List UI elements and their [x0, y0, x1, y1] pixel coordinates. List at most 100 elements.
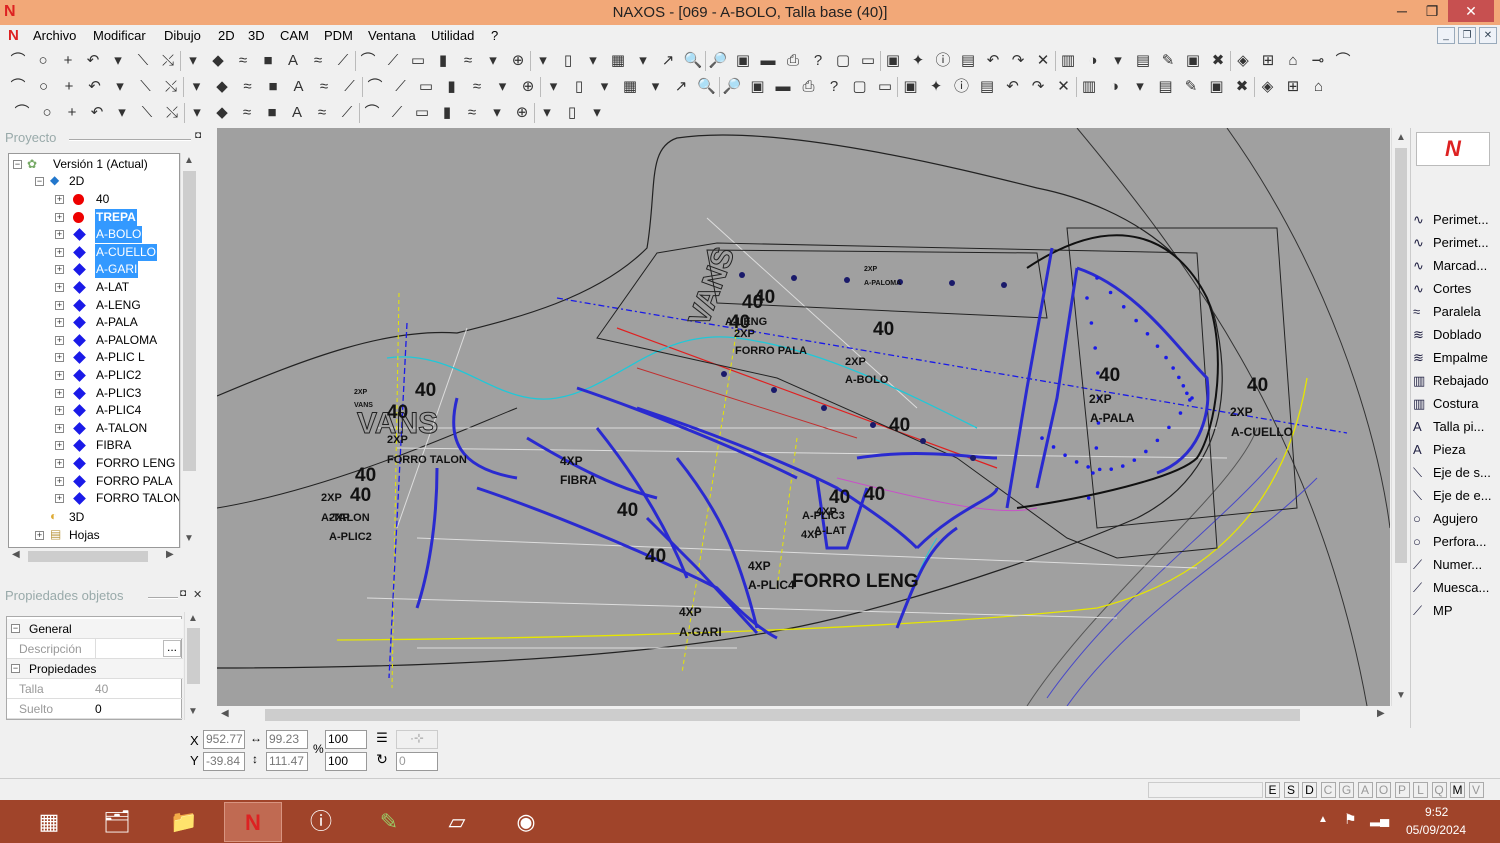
expand-icon[interactable]: + — [55, 441, 64, 451]
tb1-tool-button-53[interactable]: ⊸ — [1308, 51, 1328, 71]
status-key-c[interactable]: C — [1320, 782, 1336, 798]
expand-icon[interactable]: + — [55, 212, 64, 222]
tb2-tool-button-44[interactable]: ◑ — [1105, 77, 1125, 97]
tb3-tool-button-7[interactable]: ⤯ — [162, 103, 182, 123]
tb3-tool-button-9[interactable]: ◆ — [212, 103, 232, 123]
tb2-tool-button-39[interactable]: ▤ — [977, 77, 997, 97]
scroll-down-icon[interactable]: ▼ — [184, 533, 194, 544]
tb3-tool-button-22[interactable]: ▾ — [537, 103, 557, 123]
tb1-tool-button-10[interactable]: ≈ — [233, 51, 253, 71]
tb1-tool-button-44[interactable]: ◑ — [1083, 51, 1103, 71]
tray-expand-icon[interactable]: ▲ — [1318, 814, 1328, 825]
expand-icon[interactable]: + — [55, 423, 64, 433]
tb2-tool-button-29[interactable]: 🔎 — [722, 77, 742, 97]
tb1-tool-button-37[interactable]: ✦ — [908, 51, 928, 71]
tb2-tool-button-51[interactable]: ⊞ — [1283, 77, 1303, 97]
tb1-tool-button-35[interactable]: ▭ — [858, 51, 878, 71]
tool-numer-button[interactable]: ⟋ Numer... — [1413, 554, 1495, 576]
tb1-tool-button-51[interactable]: ⊞ — [1258, 51, 1278, 71]
status-key-s[interactable]: S — [1283, 782, 1299, 798]
tb2-tool-button-32[interactable]: ⎙ — [799, 77, 819, 97]
tb2-tool-button-13[interactable]: ≈ — [314, 77, 334, 97]
tb2-tool-button-10[interactable]: ≈ — [238, 77, 258, 97]
tb1-tool-button-31[interactable]: ▬ — [758, 51, 778, 71]
status-key-e[interactable]: E — [1265, 782, 1280, 798]
tb2-tool-button-31[interactable]: ▬ — [773, 77, 793, 97]
tb1-tool-button-4[interactable]: ↶ — [83, 51, 103, 71]
tb2-tool-button-47[interactable]: ✎ — [1181, 77, 1201, 97]
tb2-tool-button-24[interactable]: ▾ — [595, 77, 615, 97]
tool-paralela-button[interactable]: ≈ Paralela — [1413, 301, 1495, 323]
scroll-right-icon[interactable]: ▶ — [1377, 708, 1385, 719]
properties-scroll-thumb[interactable] — [187, 628, 200, 684]
notes-app-icon[interactable]: ▱ — [428, 802, 486, 842]
collapse-icon[interactable]: − — [11, 624, 20, 633]
panel-pin-icon[interactable]: ◘ — [180, 588, 186, 599]
tb2-tool-button-30[interactable]: ▣ — [748, 77, 768, 97]
tb2-tool-button-22[interactable]: ▾ — [544, 77, 564, 97]
tb3-tool-button-3[interactable]: + — [62, 103, 82, 123]
tb1-tool-button-34[interactable]: ▢ — [833, 51, 853, 71]
tb2-tool-button-4[interactable]: ↶ — [85, 77, 105, 97]
collapse-icon[interactable]: − — [11, 664, 20, 673]
expand-icon[interactable]: + — [55, 353, 64, 363]
tb3-tool-button-17[interactable]: ▭ — [412, 103, 432, 123]
tb3-tool-button-14[interactable]: ⟋ — [337, 103, 357, 123]
descripcion-ellipsis-button[interactable]: ... — [163, 640, 181, 657]
tb2-tool-button-38[interactable]: ⓘ — [952, 77, 972, 97]
tb1-tool-button-17[interactable]: ▭ — [408, 51, 428, 71]
tb3-tool-button-1[interactable]: ⌒ — [12, 103, 32, 123]
menu-utilidad[interactable]: Utilidad — [431, 28, 474, 43]
tb1-tool-button-47[interactable]: ✎ — [1158, 51, 1178, 71]
tb2-tool-button-25[interactable]: ▦ — [620, 77, 640, 97]
status-key-g[interactable]: G — [1339, 782, 1354, 798]
scroll-down-icon[interactable]: ▼ — [188, 706, 198, 717]
close-button[interactable]: ✕ — [1448, 0, 1494, 22]
expand-icon[interactable]: + — [55, 247, 64, 257]
tb2-tool-button-40[interactable]: ↶ — [1003, 77, 1023, 97]
expand-icon[interactable]: + — [55, 388, 64, 398]
scroll-up-icon[interactable]: ▲ — [1396, 132, 1406, 143]
tb2-tool-button-26[interactable]: ▾ — [646, 77, 666, 97]
expand-icon[interactable]: + — [55, 476, 64, 486]
menu-2d[interactable]: 2D — [218, 28, 235, 43]
tree-horizontal-scrollbar[interactable]: ◀ ▶ — [8, 548, 180, 565]
menu-modificar[interactable]: Modificar — [93, 28, 146, 43]
tb1-tool-button-1[interactable]: ⌒ — [8, 51, 28, 71]
tb1-tool-button-13[interactable]: ≈ — [308, 51, 328, 71]
tb2-tool-button-50[interactable]: ◈ — [1258, 77, 1278, 97]
restore-button[interactable]: ❐ — [1417, 0, 1447, 22]
canvas-horizontal-scrollbar[interactable]: ◀ ▶ — [217, 706, 1391, 724]
tool-costura-button[interactable]: ▥ Costura — [1413, 393, 1495, 415]
tb1-tool-button-43[interactable]: ▥ — [1058, 51, 1078, 71]
tree-hscroll-thumb[interactable] — [28, 551, 148, 562]
tb2-tool-button-52[interactable]: ⌂ — [1309, 77, 1329, 97]
tb3-tool-button-24[interactable]: ▾ — [587, 103, 607, 123]
status-key-d[interactable]: D — [1302, 782, 1317, 798]
section-general[interactable]: − General — [7, 619, 183, 639]
tb3-tool-button-13[interactable]: ≈ — [312, 103, 332, 123]
tb3-tool-button-5[interactable]: ▾ — [112, 103, 132, 123]
tb1-tool-button-14[interactable]: ⟋ — [333, 51, 353, 71]
tb2-tool-button-17[interactable]: ▭ — [416, 77, 436, 97]
tb2-tool-button-15[interactable]: ⌒ — [365, 77, 385, 97]
tool-rebajado-button[interactable]: ▥ Rebajado — [1413, 370, 1495, 392]
tool-marcad-button[interactable]: ∿ Marcad... — [1413, 255, 1495, 277]
tb1-tool-button-42[interactable]: ✕ — [1033, 51, 1053, 71]
clock-date[interactable]: 05/09/2024 — [1406, 823, 1466, 837]
tb2-tool-button-46[interactable]: ▤ — [1156, 77, 1176, 97]
tool-cortes-button[interactable]: ∿ Cortes — [1413, 278, 1495, 300]
tb3-tool-button-8[interactable]: ▾ — [187, 103, 207, 123]
tb1-tool-button-40[interactable]: ↶ — [983, 51, 1003, 71]
tb2-tool-button-43[interactable]: ▥ — [1079, 77, 1099, 97]
tb2-tool-button-28[interactable]: 🔍 — [697, 77, 717, 97]
tb1-tool-button-6[interactable]: ⟍ — [133, 51, 153, 71]
tb2-tool-button-48[interactable]: ▣ — [1207, 77, 1227, 97]
status-key-l[interactable]: L — [1413, 782, 1428, 798]
menu-dibujo[interactable]: Dibujo — [164, 28, 201, 43]
tb1-tool-button-30[interactable]: ▣ — [733, 51, 753, 71]
expand-icon[interactable]: + — [55, 195, 64, 204]
scroll-up-icon[interactable]: ▲ — [188, 613, 198, 624]
tb1-tool-button-3[interactable]: + — [58, 51, 78, 71]
tb1-tool-button-54[interactable]: ⌒ — [1333, 51, 1353, 71]
